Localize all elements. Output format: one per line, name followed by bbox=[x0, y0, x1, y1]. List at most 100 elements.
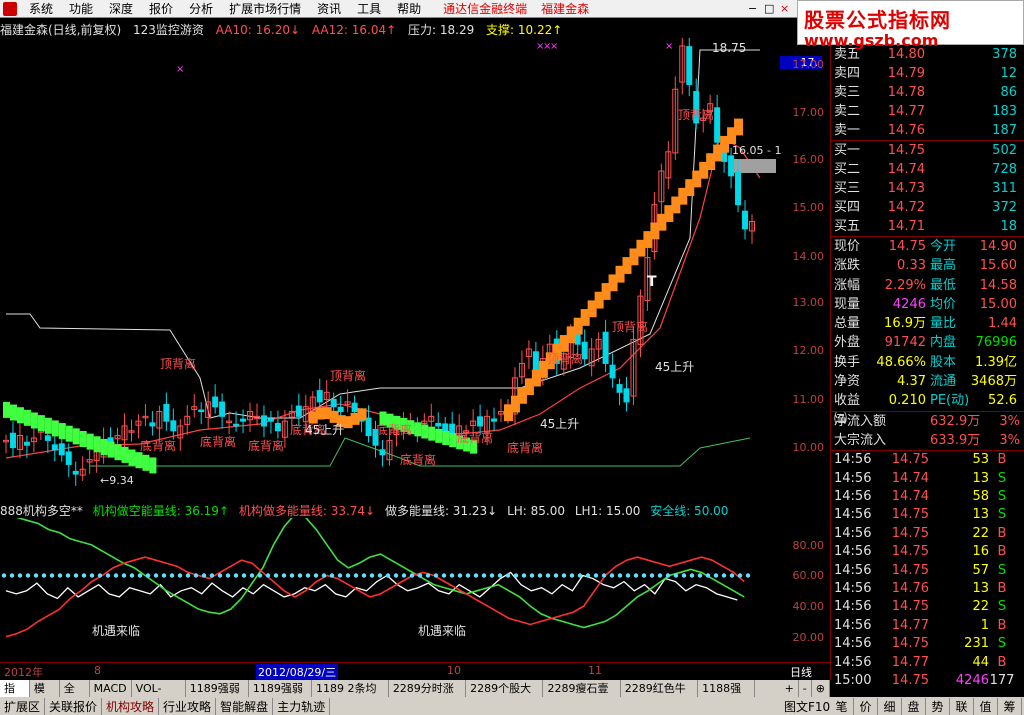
promo-terminal-link[interactable]: 通达信金融终端 bbox=[443, 0, 527, 17]
tab-main-track[interactable]: 主力轨迹 bbox=[273, 697, 331, 715]
quote-value: 14.90 bbox=[979, 239, 1017, 254]
tab-all[interactable]: 全部 bbox=[60, 680, 90, 712]
order-volume: 12 bbox=[1000, 66, 1017, 81]
chart-info-bar: 福建金森(日线,前复权) 123监控游资 AA10: 16.20↓ AA12: … bbox=[0, 21, 570, 37]
order-row[interactable]: 卖四 14.79 12 bbox=[831, 64, 1024, 83]
promo-stock-link[interactable]: 福建金森 bbox=[541, 0, 589, 17]
date-month-11: 11 bbox=[588, 664, 602, 677]
candle-body bbox=[163, 403, 170, 422]
restore-button[interactable]: □ bbox=[764, 2, 774, 15]
trend-band bbox=[51, 420, 59, 437]
order-row[interactable]: 卖三 14.78 86 bbox=[831, 83, 1024, 102]
menu-item-system[interactable]: 系统 bbox=[21, 0, 61, 17]
quote-row: 换手 48.66% 股本 1.39亿 bbox=[831, 353, 1024, 372]
tab-ext-area[interactable]: 扩展区 bbox=[0, 697, 46, 715]
menu-item-help[interactable]: 帮助 bbox=[389, 0, 429, 17]
rtab-trend[interactable]: 势 bbox=[926, 697, 950, 715]
candle-body bbox=[149, 422, 156, 427]
close-button[interactable]: × bbox=[780, 2, 789, 15]
tab-1189-5[interactable]: 1189强弱5 bbox=[186, 680, 249, 712]
rtab-board[interactable]: 盘 bbox=[902, 697, 926, 715]
indicator-chart[interactable]: 机遇来临 机遇来临 bbox=[0, 518, 786, 660]
quote-value: 91742 bbox=[884, 335, 926, 351]
tab-industry-strategy[interactable]: 行业攻略 bbox=[159, 697, 217, 715]
order-label: 卖四 bbox=[834, 66, 861, 81]
safe-line-dot bbox=[281, 573, 287, 578]
order-row[interactable]: 买五 14.71 18 bbox=[831, 217, 1024, 236]
order-row[interactable]: 买一 14.75 502 bbox=[831, 141, 1024, 160]
tab-2289-limit[interactable]: 2289分时涨停 bbox=[389, 680, 467, 712]
tab-smart-analysis[interactable]: 智能解盘 bbox=[216, 697, 274, 715]
tab-1188[interactable]: 1188强弱 bbox=[698, 680, 755, 712]
tick-row: 14:56 14.75 57 S bbox=[831, 562, 1024, 580]
safe-line-dot bbox=[313, 573, 319, 578]
menu-item-news[interactable]: 资讯 bbox=[309, 0, 349, 17]
zoom-in-button[interactable]: + bbox=[781, 680, 799, 697]
tab-2289-market[interactable]: 2289个股大盘 bbox=[466, 680, 544, 712]
tick-time: 14:56 bbox=[834, 507, 872, 523]
date-month-8: 8 bbox=[94, 664, 101, 677]
settings-icon[interactable]: ⊕ bbox=[812, 680, 830, 697]
minimize-button[interactable]: − bbox=[748, 2, 757, 15]
trend-band bbox=[79, 431, 87, 448]
candle-body bbox=[728, 155, 735, 177]
order-row[interactable]: 买四 14.72 372 bbox=[831, 198, 1024, 217]
menu-item-ext-market[interactable]: 扩展市场行情 bbox=[221, 0, 309, 17]
order-row[interactable]: 买三 14.73 311 bbox=[831, 179, 1024, 198]
quote-key: 总量 bbox=[834, 316, 861, 332]
tick-direction: S bbox=[997, 562, 1007, 578]
order-row[interactable]: 买二 14.74 728 bbox=[831, 160, 1024, 179]
tick-price: 14.74 bbox=[891, 470, 929, 486]
tab-indicator[interactable]: 指标 bbox=[0, 680, 30, 712]
tick-direction: S bbox=[997, 507, 1007, 523]
tab-inst-strategy[interactable]: 机构攻略 bbox=[102, 697, 160, 715]
tab-2289-line[interactable]: 2289瘦石壹线 bbox=[543, 680, 621, 712]
candle-body bbox=[219, 401, 226, 417]
trend-band bbox=[9, 404, 17, 421]
safe-line-dot bbox=[521, 573, 527, 578]
menu-item-quote[interactable]: 报价 bbox=[141, 0, 181, 17]
tab-related-quote[interactable]: 关联报价 bbox=[45, 697, 103, 715]
tab-1189-ma[interactable]: 1189 2条均线 bbox=[312, 680, 389, 712]
trend-band bbox=[3, 401, 10, 418]
rtab-chips[interactable]: 筹 bbox=[998, 697, 1022, 715]
quote-key: 均价 bbox=[930, 296, 957, 312]
rtab-value[interactable]: 值 bbox=[974, 697, 998, 715]
zoom-out-button[interactable]: - bbox=[799, 680, 812, 697]
menu-item-function[interactable]: 功能 bbox=[61, 0, 101, 17]
menu-item-depth[interactable]: 深度 bbox=[101, 0, 141, 17]
ref-line-label: 16.05 - 1 bbox=[732, 144, 781, 157]
quote-row: 现量 4246 均价 15.00 bbox=[831, 295, 1024, 314]
rtab-ticks[interactable]: 笔 bbox=[830, 697, 854, 715]
menu-item-tools[interactable]: 工具 bbox=[349, 0, 389, 17]
formula-name[interactable]: 123监控游资 bbox=[133, 23, 204, 37]
order-price: 14.74 bbox=[887, 162, 925, 177]
quote-key: PE(动) bbox=[930, 393, 970, 409]
tick-volume: 22 bbox=[972, 525, 989, 541]
safe-line-dot bbox=[145, 573, 151, 578]
f10-button[interactable]: 图文F10 bbox=[784, 698, 830, 715]
safe-line-value: 安全线: 50.00 bbox=[650, 504, 729, 518]
rtab-link[interactable]: 联 bbox=[950, 697, 974, 715]
tab-2289-bull[interactable]: 2289红色牛市 bbox=[621, 680, 699, 712]
period-label[interactable]: 日线 bbox=[790, 664, 812, 680]
menu-item-analysis[interactable]: 分析 bbox=[181, 0, 221, 17]
safe-line-dot bbox=[257, 573, 263, 578]
tab-macd[interactable]: MACD bbox=[90, 680, 132, 697]
safe-line-dot bbox=[105, 573, 111, 578]
indicator-name[interactable]: 888机构多空** bbox=[0, 504, 83, 518]
tab-template[interactable]: 模板 bbox=[30, 680, 60, 712]
kline-chart[interactable]: ×××× ×顶背离顶背离顶背离顶背离顶背离底背离 底背离 底背离底背离 底背离底背离底背… bbox=[0, 38, 786, 498]
safe-line-dot bbox=[721, 573, 727, 578]
safe-line-dot bbox=[9, 573, 15, 578]
price-axis-tick: 17.00 bbox=[792, 58, 825, 71]
tab-1189-2[interactable]: 1189强弱2 bbox=[249, 680, 312, 712]
order-row[interactable]: 卖一 14.76 187 bbox=[831, 121, 1024, 140]
flow-value: 632.9万 bbox=[930, 413, 981, 429]
order-row[interactable]: 卖二 14.77 183 bbox=[831, 102, 1024, 121]
rtab-price[interactable]: 价 bbox=[854, 697, 878, 715]
rtab-detail[interactable]: 细 bbox=[878, 697, 902, 715]
ma-curve bbox=[5, 135, 761, 459]
safe-line-dot bbox=[377, 573, 383, 578]
tab-vol[interactable]: VOL-TDX bbox=[132, 680, 186, 712]
